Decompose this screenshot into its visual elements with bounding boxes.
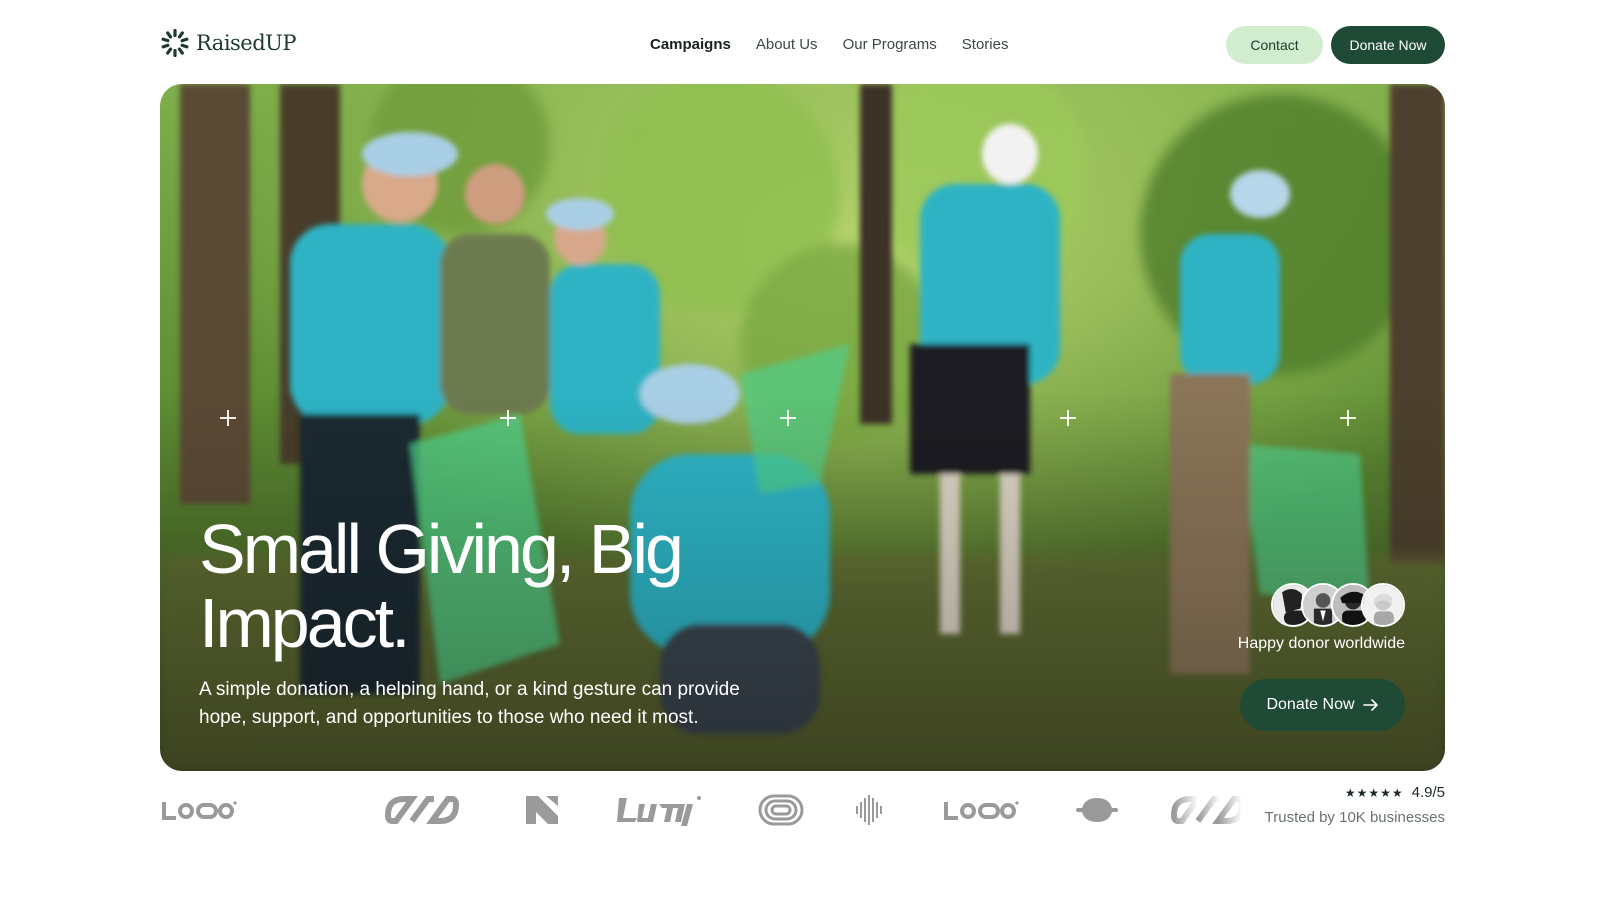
plus-icon — [1060, 410, 1076, 426]
brand-name: RaisedUP — [196, 31, 297, 55]
header-actions: Contact Donate Now — [1226, 26, 1445, 64]
star-rating-icon: ★★★★★ — [1344, 785, 1404, 800]
donor-summary: Happy donor worldwide — [1185, 583, 1405, 653]
brand-logo[interactable]: RaisedUP — [160, 28, 297, 58]
logoipsum-script-icon — [615, 790, 703, 830]
contact-button[interactable]: Contact — [1226, 26, 1323, 64]
soundwave-icon — [854, 790, 886, 830]
trusted-by-text: Trusted by 10K businesses — [1264, 809, 1445, 826]
chain-links-icon — [382, 790, 462, 830]
hero-donate-label: Donate Now — [1266, 696, 1355, 713]
concentric-rings-icon — [758, 790, 804, 830]
donate-now-button[interactable]: Donate Now — [1331, 26, 1445, 64]
donor-avatars — [1185, 583, 1405, 627]
chain-links-icon — [1168, 790, 1248, 830]
plus-icon — [500, 410, 516, 426]
rating-score-row: ★★★★★ 4.9/5 — [1265, 784, 1445, 801]
nav-item-stories[interactable]: Stories — [962, 36, 1009, 53]
sunburst-icon — [161, 29, 189, 57]
plus-icon — [1340, 410, 1356, 426]
arrow-right-icon — [1362, 699, 1378, 711]
nav-item-campaigns[interactable]: Campaigns — [650, 36, 731, 53]
nav-item-about-us[interactable]: About Us — [756, 36, 818, 53]
nav-item-our-programs[interactable]: Our Programs — [843, 36, 937, 53]
n-monogram-icon — [524, 790, 560, 830]
hero-title: Small Giving, Big Impact. — [199, 510, 684, 662]
hero-donate-button[interactable]: Donate Now — [1240, 679, 1405, 731]
logoipsum-wordmark-icon — [942, 790, 1020, 830]
plus-icon — [780, 410, 796, 426]
hero-section: Small Giving, Big Impact. A simple donat… — [160, 84, 1445, 771]
site-header: RaisedUP Campaigns About Us Our Programs… — [160, 26, 1445, 64]
hero-subtitle: A simple donation, a helping hand, or a … — [199, 679, 740, 728]
donor-label: Happy donor worldwide — [1237, 635, 1405, 652]
hero-overlay — [160, 84, 1445, 771]
main-nav: Campaigns About Us Our Programs Stories — [650, 36, 1008, 53]
saturn-ring-icon — [1076, 790, 1118, 830]
partner-logos — [160, 790, 1250, 830]
rating-score: 4.9/5 — [1411, 784, 1445, 801]
logoipsum-wordmark-icon — [160, 790, 238, 830]
avatar — [1361, 583, 1405, 627]
plus-icon — [220, 410, 236, 426]
rating-block: ★★★★★ 4.9/5 Trusted by 10K businesses — [1265, 784, 1445, 826]
